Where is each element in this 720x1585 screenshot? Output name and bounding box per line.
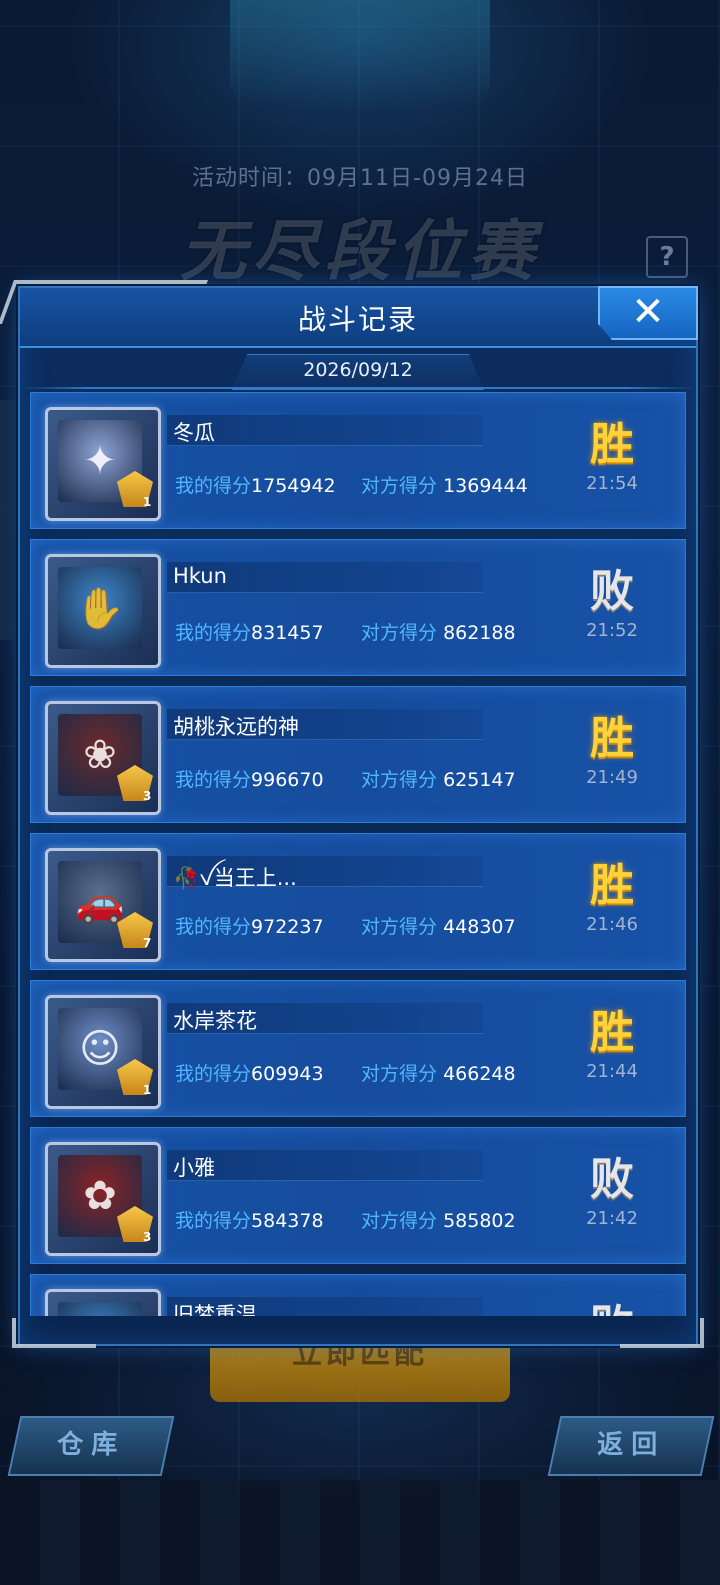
my-score: 我的得分996670 bbox=[175, 765, 324, 792]
my-score: 我的得分609943 bbox=[175, 1059, 324, 1086]
my-score: 我的得分584378 bbox=[175, 1206, 324, 1233]
opponent-score-label: 对方得分 bbox=[361, 1210, 438, 1232]
match-result: 胜 bbox=[590, 860, 634, 911]
match-time: 21:42 bbox=[586, 1208, 638, 1229]
player-name: 胡桃永远的神 bbox=[173, 715, 299, 739]
warehouse-button-label: 仓库 bbox=[57, 1430, 126, 1460]
record-date: 2026/09/12 bbox=[303, 359, 413, 381]
event-time-text: 活动时间：09月11日-09月24日 bbox=[192, 166, 528, 191]
my-score-label: 我的得分 bbox=[175, 622, 252, 644]
player-name: 冬瓜 bbox=[173, 421, 215, 445]
close-button[interactable]: ✕ bbox=[598, 286, 698, 340]
my-score: 我的得分831457 bbox=[175, 618, 324, 645]
match-result: 胜 bbox=[590, 713, 634, 764]
ceiling-light bbox=[230, 0, 490, 110]
rank-level: 1 bbox=[143, 495, 152, 509]
my-score-value: 1754942 bbox=[251, 475, 336, 497]
match-result: 败 bbox=[590, 566, 634, 617]
opponent-score-label: 对方得分 bbox=[361, 622, 438, 644]
record-row[interactable]: ☀ 旧梦重温 败 bbox=[30, 1274, 686, 1316]
match-time: 21:54 bbox=[586, 473, 638, 494]
player-name: 旧梦重温 bbox=[173, 1303, 257, 1316]
opponent-score-value: 625147 bbox=[443, 769, 516, 791]
my-score-label: 我的得分 bbox=[175, 916, 252, 938]
rank-level: 7 bbox=[143, 936, 152, 950]
record-row[interactable]: ✋ Hkun 我的得分831457 对方得分 862188 败 21:52 bbox=[30, 539, 686, 676]
match-result: 败 bbox=[577, 1301, 647, 1316]
opponent-score-value: 585802 bbox=[443, 1210, 516, 1232]
player-name: 水岸茶花 bbox=[173, 1009, 257, 1033]
opponent-score-value: 466248 bbox=[443, 1063, 516, 1085]
my-score: 我的得分1754942 bbox=[175, 471, 336, 498]
my-score-value: 831457 bbox=[251, 622, 324, 644]
my-score-value: 609943 bbox=[251, 1063, 324, 1085]
opponent-score-value: 1369444 bbox=[443, 475, 528, 497]
my-score-value: 996670 bbox=[251, 769, 324, 791]
close-icon: ✕ bbox=[631, 289, 665, 335]
opponent-score: 对方得分 448307 bbox=[361, 912, 516, 939]
opponent-score: 对方得分 585802 bbox=[361, 1206, 516, 1233]
match-time: 21:49 bbox=[586, 767, 638, 788]
player-name: Hkun bbox=[173, 564, 227, 588]
opponent-score-value: 862188 bbox=[443, 622, 516, 644]
record-row[interactable]: ❀ 3 胡桃永远的神 我的得分996670 对方得分 625147 胜 21:49 bbox=[30, 686, 686, 823]
my-score-value: 584378 bbox=[251, 1210, 324, 1232]
player-name: 🥀ꪜ当王上... bbox=[173, 866, 297, 890]
avatar-icon: ✋ bbox=[75, 586, 125, 632]
opponent-score: 对方得分 1369444 bbox=[361, 471, 528, 498]
dialog-corner-decoration bbox=[12, 1318, 96, 1348]
avatar[interactable]: ✋ bbox=[45, 554, 161, 668]
my-score-label: 我的得分 bbox=[175, 1210, 252, 1232]
dialog-title: 战斗记录 bbox=[297, 303, 418, 336]
avatar-image: ☀ bbox=[58, 1302, 142, 1316]
back-button[interactable]: 返回 bbox=[547, 1416, 715, 1476]
opponent-score-label: 对方得分 bbox=[361, 475, 438, 497]
side-panel-edge bbox=[0, 400, 18, 640]
record-list[interactable]: ✦ 1 冬瓜 我的得分1754942 对方得分 1369444 胜 21:54 ✋ Hkun 我的… bbox=[30, 392, 686, 1316]
opponent-score: 对方得分 625147 bbox=[361, 765, 516, 792]
my-score-label: 我的得分 bbox=[175, 475, 252, 497]
my-score-label: 我的得分 bbox=[175, 769, 252, 791]
opponent-score: 对方得分 466248 bbox=[361, 1059, 516, 1086]
record-row[interactable]: ☺ 1 水岸茶花 我的得分609943 对方得分 466248 胜 21:44 bbox=[30, 980, 686, 1117]
avatar-image: ✋ bbox=[58, 567, 142, 649]
my-score-value: 972237 bbox=[251, 916, 324, 938]
warehouse-button[interactable]: 仓库 bbox=[7, 1416, 175, 1476]
match-result: 胜 bbox=[590, 1007, 634, 1058]
match-time: 21:44 bbox=[586, 1061, 638, 1082]
date-divider bbox=[20, 387, 696, 389]
opponent-score-label: 对方得分 bbox=[361, 769, 438, 791]
record-row[interactable]: 🚗 7 🥀ꪜ当王上... 我的得分972237 对方得分 448307 胜 21:46 bbox=[30, 833, 686, 970]
match-time: 21:52 bbox=[586, 620, 638, 641]
dialog-header: 战斗记录 bbox=[20, 288, 696, 348]
player-name: 小雅 bbox=[173, 1156, 215, 1180]
my-score-label: 我的得分 bbox=[175, 1063, 252, 1085]
floor-decoration bbox=[0, 1480, 720, 1585]
opponent-score-value: 448307 bbox=[443, 916, 516, 938]
opponent-score-label: 对方得分 bbox=[361, 916, 438, 938]
help-button[interactable]: ? bbox=[646, 236, 688, 278]
match-time: 21:46 bbox=[586, 914, 638, 935]
opponent-score: 对方得分 862188 bbox=[361, 618, 516, 645]
record-row[interactable]: ✦ 1 冬瓜 我的得分1754942 对方得分 1369444 胜 21:54 bbox=[30, 392, 686, 529]
opponent-score-label: 对方得分 bbox=[361, 1063, 438, 1085]
match-result: 胜 bbox=[590, 419, 634, 470]
rank-level: 3 bbox=[143, 1230, 152, 1244]
record-row[interactable]: ✿ 3 小雅 我的得分584378 对方得分 585802 败 21:42 bbox=[30, 1127, 686, 1264]
battle-record-dialog: 战斗记录 ✕ 2026/09/12 ✦ 1 冬瓜 我的得分1754942 对方得分 13… bbox=[0, 280, 698, 1346]
avatar[interactable]: ☀ bbox=[45, 1289, 161, 1316]
my-score: 我的得分972237 bbox=[175, 912, 324, 939]
match-result: 败 bbox=[590, 1154, 634, 1205]
rank-level: 3 bbox=[143, 789, 152, 803]
date-tab: 2026/09/12 bbox=[232, 354, 484, 390]
rank-level: 1 bbox=[143, 1083, 152, 1097]
back-button-label: 返回 bbox=[597, 1430, 666, 1460]
dialog-corner-decoration bbox=[620, 1318, 704, 1348]
